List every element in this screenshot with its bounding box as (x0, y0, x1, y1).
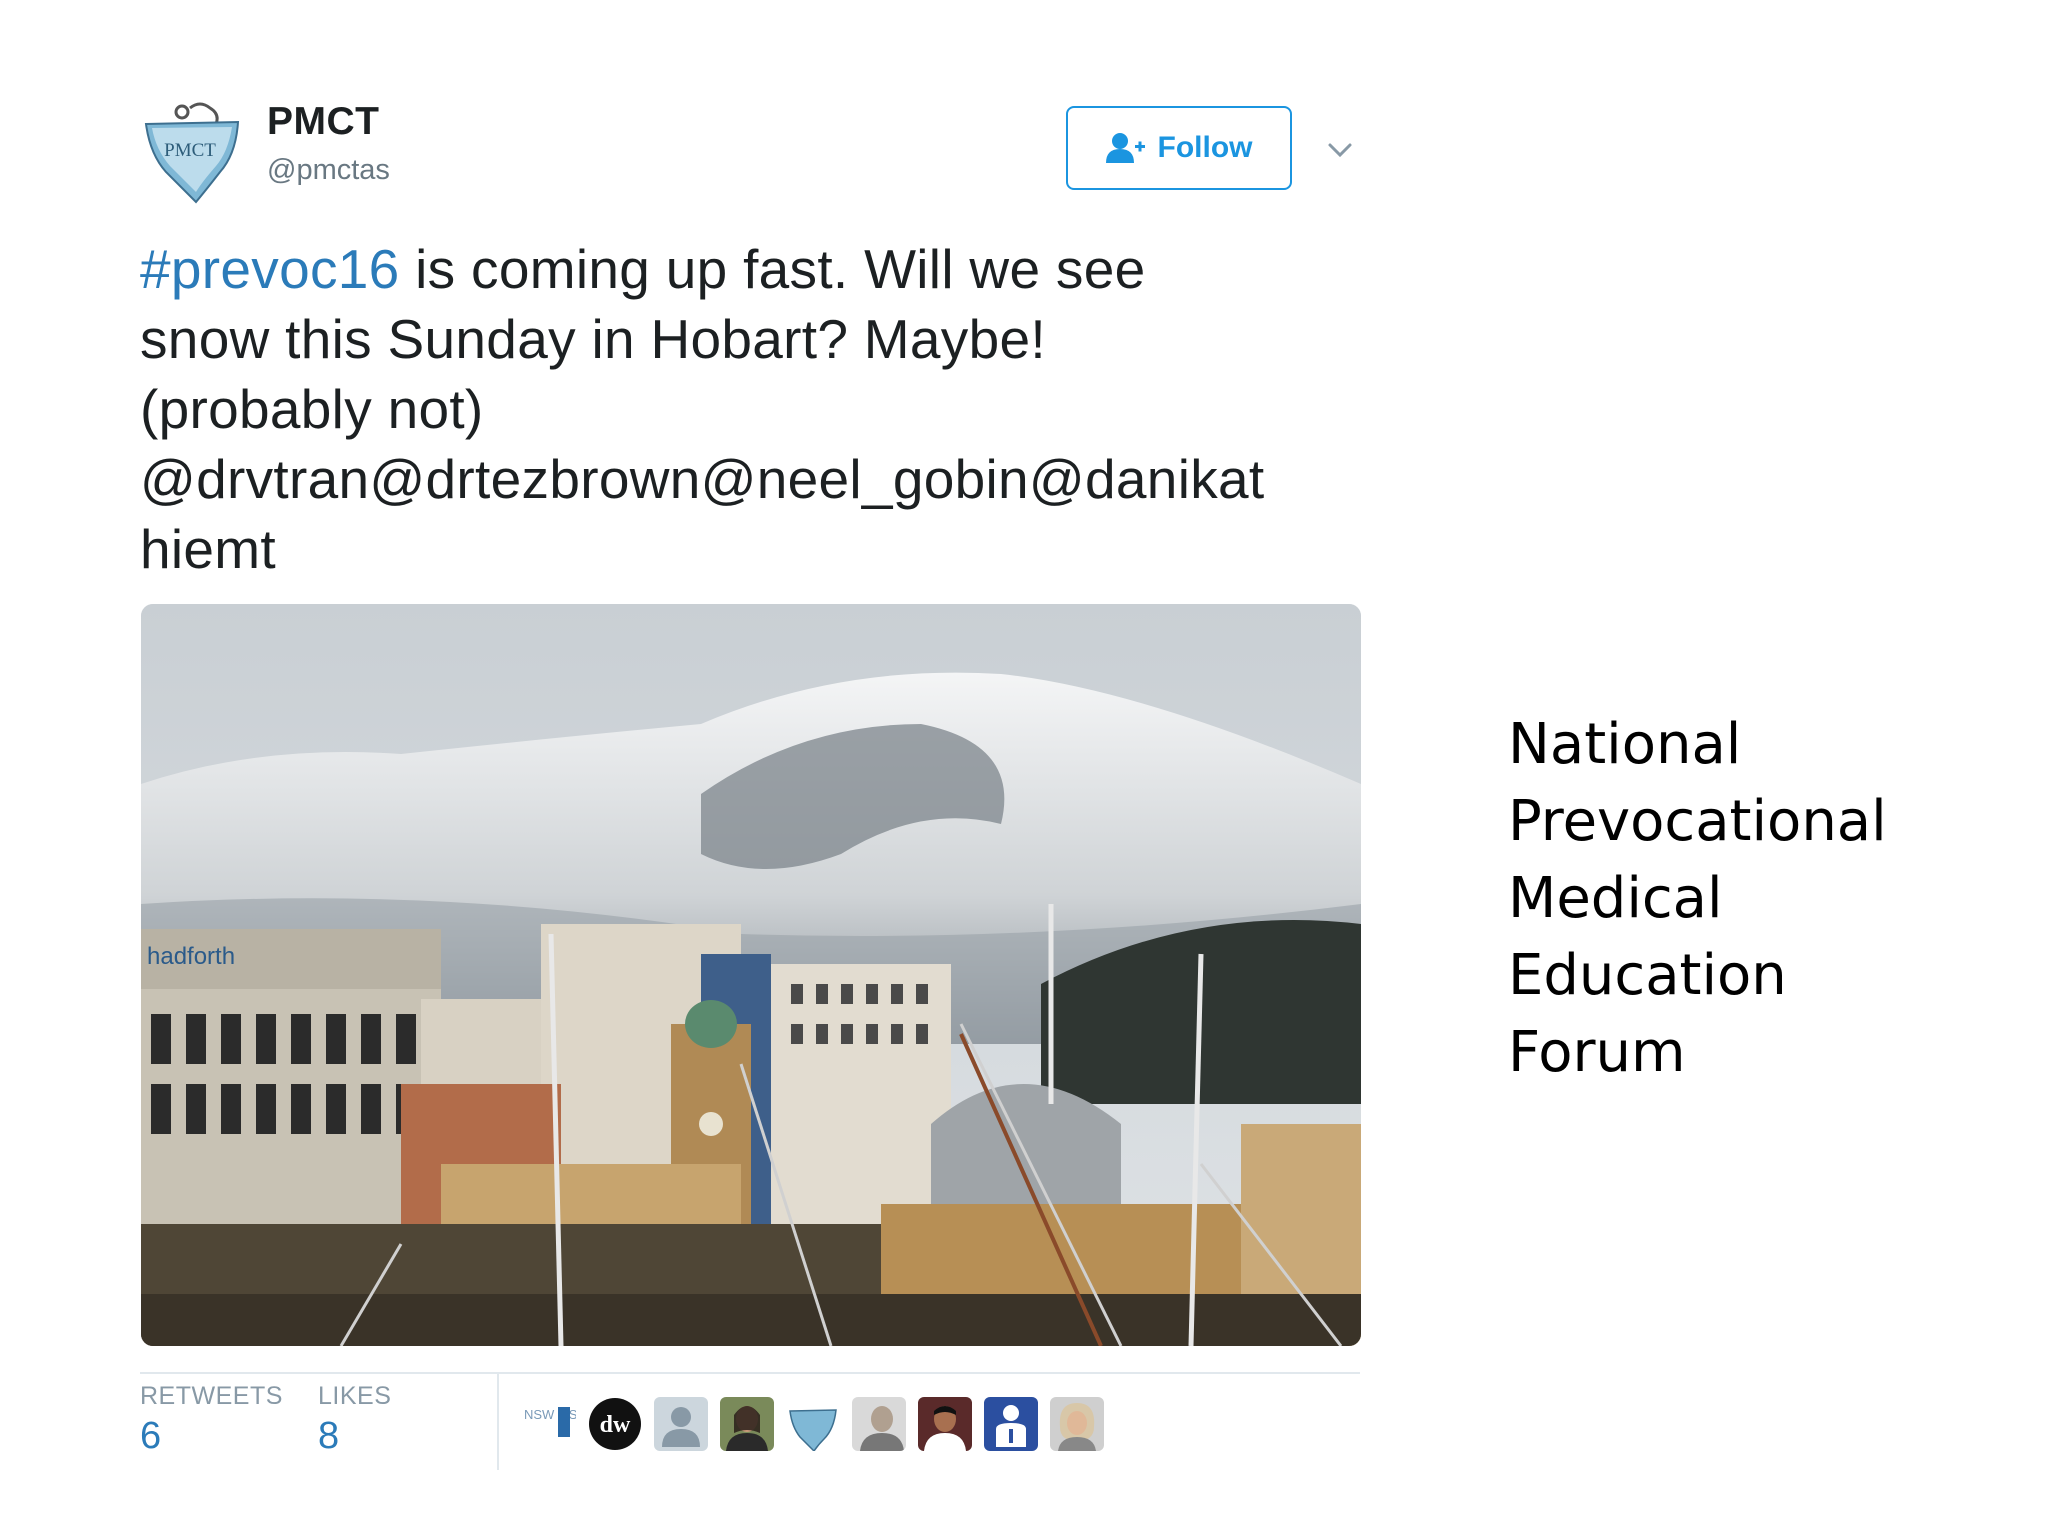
tweet-card: PMCT PMCT @pmctas Follow #prevoc16 is co… (92, 52, 1412, 1470)
user-handle[interactable]: @pmctas (267, 154, 390, 187)
tweet-text-segment: is coming up fast. Will we see (399, 238, 1146, 300)
svg-text:PMCT: PMCT (164, 140, 216, 161)
nsw-msc-avatar[interactable]: NSW MSC (522, 1397, 576, 1451)
retweets-stat[interactable]: RETWEETS 6 (140, 1382, 283, 1458)
follow-label: Follow (1157, 131, 1253, 164)
default-user-avatar[interactable] (654, 1397, 708, 1451)
hashtag-link[interactable]: #prevoc16 (140, 238, 400, 300)
likes-label: LIKES (318, 1382, 392, 1410)
retweets-count: 6 (140, 1415, 162, 1457)
tweet-text: #prevoc16 is coming up fast. Will we see… (140, 234, 1380, 584)
tweet-text-line: hiemt (140, 518, 276, 580)
likes-stat[interactable]: LIKES 8 (318, 1382, 391, 1458)
forum-title-line: Forum (1508, 1020, 1686, 1085)
forum-title-line: National (1508, 712, 1742, 777)
forum-title-line: Education (1508, 943, 1787, 1008)
follow-button[interactable]: Follow (1066, 106, 1292, 190)
user-photo-avatar-4[interactable] (1050, 1397, 1104, 1451)
user-photo-avatar-2[interactable] (852, 1397, 906, 1451)
likers-avatars: NSW MSC dw (522, 1396, 1104, 1452)
forum-title: National Prevocational Medical Education… (1508, 706, 1988, 1091)
tweet-text-line: (probably not) (140, 378, 484, 440)
user-photo-avatar-3[interactable] (918, 1397, 972, 1451)
svg-text:hadforth: hadforth (147, 943, 235, 970)
dw-avatar[interactable]: dw (588, 1397, 642, 1451)
tweet-text-line: snow this Sunday in Hobart? Maybe! (140, 308, 1046, 370)
add-user-icon (1105, 133, 1145, 163)
tweet-photo[interactable]: hadforth (141, 604, 1361, 1346)
user-photo-avatar-1[interactable] (720, 1397, 774, 1451)
pmct-avatar[interactable]: PMCT (140, 100, 244, 204)
doctor-logo-avatar[interactable] (984, 1397, 1038, 1451)
forum-title-line: Prevocational (1508, 789, 1887, 854)
likes-count: 8 (318, 1415, 340, 1457)
forum-title-line: Medical (1508, 866, 1723, 931)
retweets-label: RETWEETS (140, 1382, 283, 1410)
mentions-line[interactable]: @drvtran@drtezbrown@neel_gobin@danikat (140, 444, 1380, 514)
display-name[interactable]: PMCT (267, 100, 380, 144)
pmct-avatar-small[interactable] (786, 1397, 840, 1451)
stats-vertical-divider (497, 1374, 499, 1470)
tweet-text-line: #prevoc16 is coming up fast. Will we see (140, 234, 1380, 304)
svg-text:dw: dw (600, 1412, 631, 1438)
stats-divider (140, 1372, 1360, 1374)
chevron-down-icon[interactable] (1324, 134, 1356, 166)
